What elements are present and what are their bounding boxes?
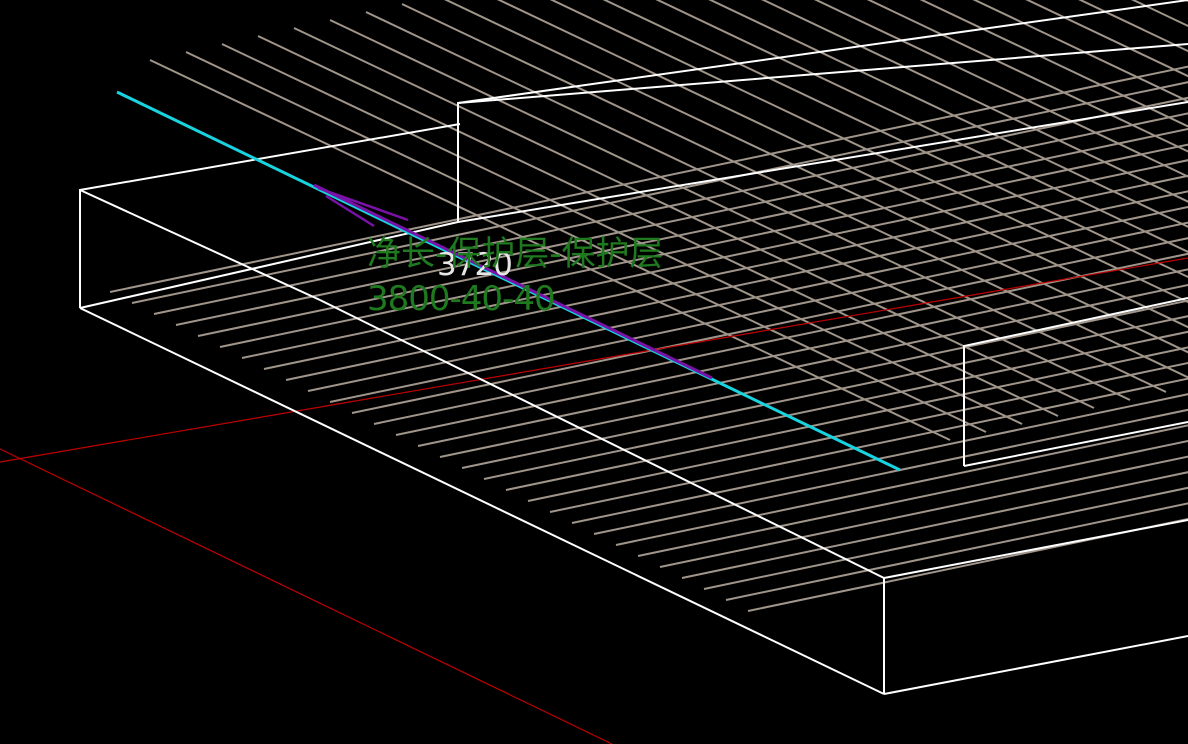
rebar-bar-cross [365, 11, 1167, 393]
rebar-mesh [109, 0, 1188, 612]
slab-inner-edge [319, 299, 885, 579]
rebar-bar-cross [1158, 0, 1188, 216]
rebar-bar-long [747, 517, 1188, 612]
slab-front-bottom-edge [883, 635, 1188, 695]
beam-right-bottom-edge [963, 421, 1188, 467]
slab-front-face [883, 519, 1188, 694]
rebar-bar-cross [1183, 0, 1188, 2]
slab-outline[interactable] [79, 0, 1188, 695]
rebar-bar-cross [444, 0, 1188, 354]
rebar-bar-cross [329, 19, 1131, 401]
rebar-bar-cross [401, 3, 1188, 379]
rebar-bar-cross [257, 35, 1059, 417]
rebar-bar-cross [1078, 0, 1188, 53]
length-value-label: 3800-40-40 [367, 279, 556, 319]
rebar-bar-cross [293, 27, 1095, 409]
slab-top-front-edge [79, 189, 321, 301]
length-formula-label: 净长-保护层-保护层 [367, 234, 664, 274]
axis-line-y [0, 448, 613, 744]
dimension-tick [317, 186, 409, 222]
rebar-bar-long [725, 502, 1188, 601]
cad-3d-viewport[interactable] [0, 0, 1188, 744]
rebar-bar-long [197, 127, 1188, 337]
slab-bottom-left-edge [79, 307, 885, 695]
